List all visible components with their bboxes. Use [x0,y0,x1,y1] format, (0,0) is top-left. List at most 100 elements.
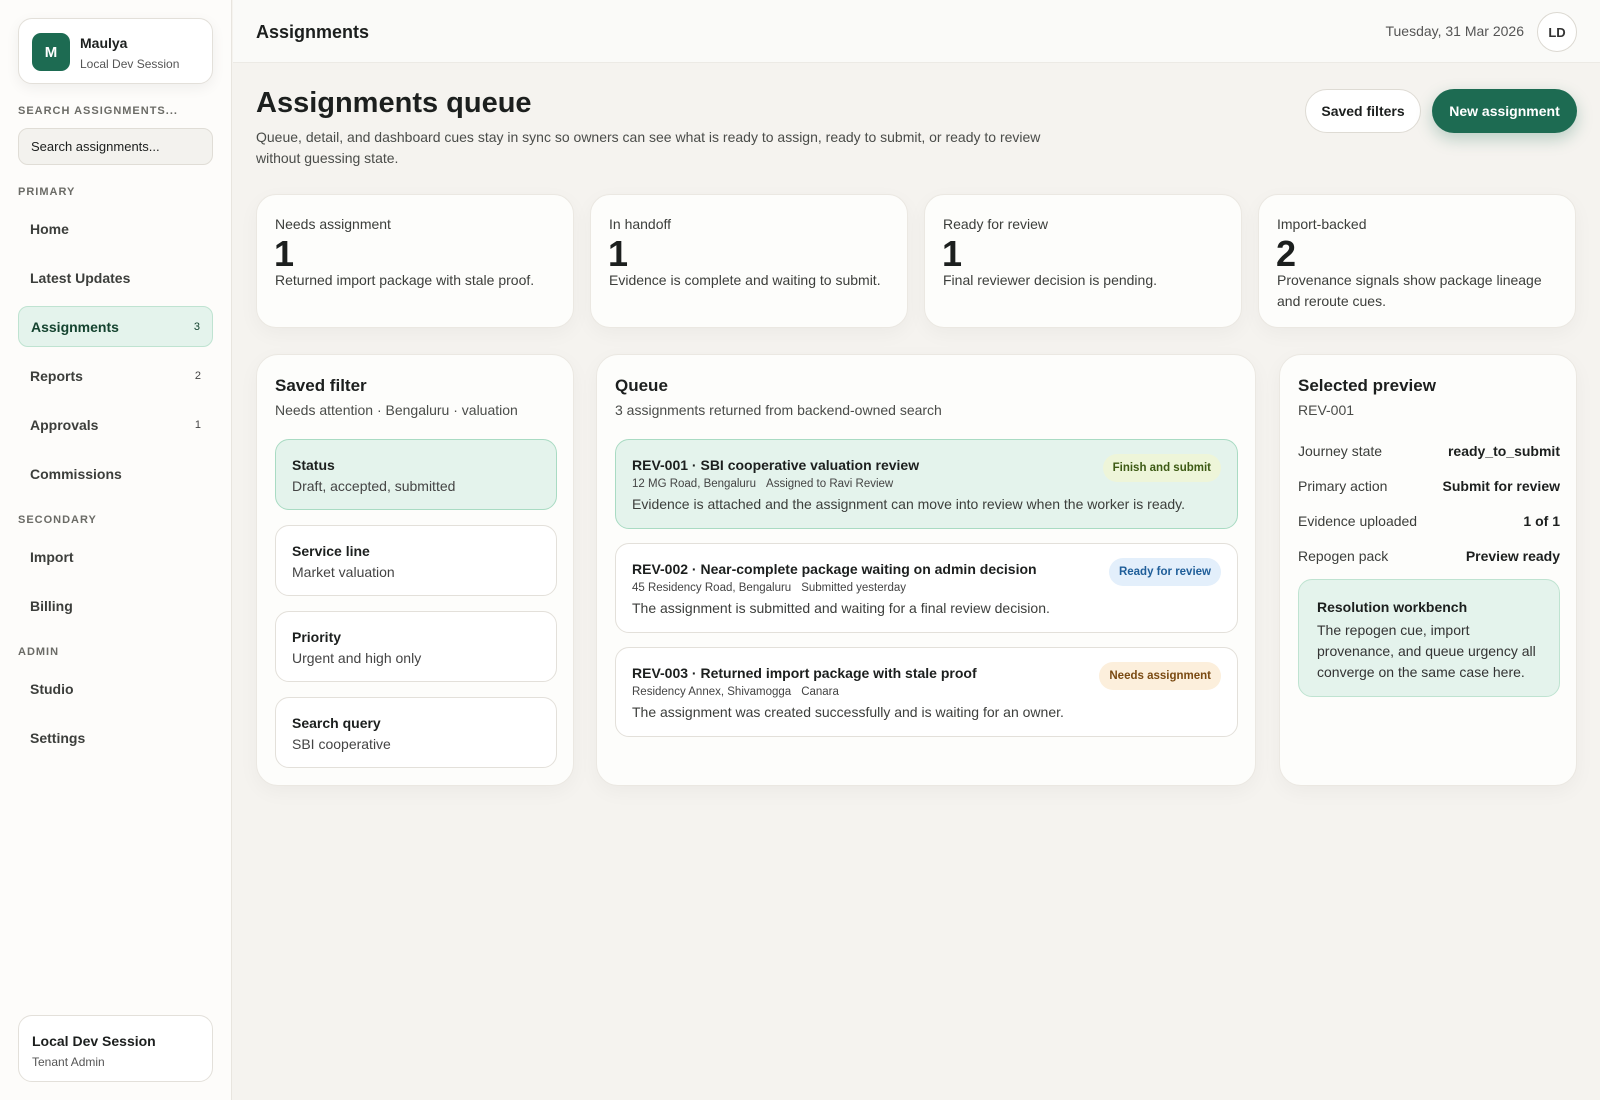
filter-service-line[interactable]: Service line Market valuation [275,525,557,596]
filter-value: Draft, accepted, submitted [292,478,456,494]
queue-item-title: REV-002 · Near-complete package waiting … [632,561,1037,577]
preview-key: Primary action [1298,478,1388,494]
sidebar-item-label: Assignments [31,318,119,335]
saved-filter-panel: Saved filter Needs attention · Bengaluru… [256,354,574,786]
queue-item[interactable]: REV-003 · Returned import package with s… [615,647,1238,737]
stat-label: Import-backed [1277,216,1367,232]
profile-session: Local Dev Session [80,57,180,71]
topbar-title: Assignments [256,22,370,42]
sidebar-item-import[interactable]: Import [18,536,213,577]
preview-value: Preview ready [1465,548,1560,564]
sidebar-item-reports[interactable]: Reports 2 [18,355,213,396]
sidebar-item-label: Home [30,220,69,237]
stat-value: 1 [274,233,295,274]
stat-description: Final reviewer decision is pending. [943,272,1157,288]
sidebar-item-settings[interactable]: Settings [18,717,213,758]
queue-item-location: 12 MG Road, Bengaluru [632,478,757,490]
panel-subtitle: 3 assignments returned from backend-owne… [615,402,942,418]
stat-label: Needs assignment [275,216,391,232]
stat-description: Returned import package with stale proof… [275,272,535,288]
filter-search-query[interactable]: Search query SBI cooperative [275,697,557,768]
sidebar-item-billing[interactable]: Billing [18,585,213,626]
filter-name: Status [292,457,335,473]
admin-section-label: ADMIN [18,646,60,658]
preview-value: Submit for review [1442,478,1560,494]
stat-value: 1 [608,233,629,274]
sidebar-item-label: Approvals [30,416,99,433]
filter-name: Service line [292,543,370,559]
sidebar-item-count: 1 [194,418,201,431]
filter-priority[interactable]: Priority Urgent and high only [275,611,557,682]
queue-item-meta: 45 Residency Road, Bengaluru Submitted ye… [632,582,916,594]
filter-value: SBI cooperative [292,736,391,752]
queue-item-title: REV-001 · SBI cooperative valuation revi… [632,457,920,473]
workbench-title: Resolution workbench [1317,599,1468,615]
session-card[interactable]: Local Dev Session Tenant Admin [18,1015,213,1082]
filter-value: Urgent and high only [292,650,422,666]
topbar-date: Tuesday, 31 Mar 2026 [1385,23,1524,39]
status-badge: Finish and submit [1102,454,1221,482]
user-avatar[interactable]: LD [1537,12,1577,52]
queue-item-meta: Residency Annex, Shivamogga Canara [632,686,849,698]
stat-card-ready-for-review[interactable]: Ready for review 1 Final reviewer decisi… [924,194,1242,328]
queue-item-location: Residency Annex, Shivamogga [632,686,792,698]
panel-title: Queue [615,376,668,395]
resolution-workbench[interactable]: Resolution workbench The repogen cue, im… [1298,579,1560,697]
queue-item-detail: Canara [801,686,839,698]
search-section-label: SEARCH ASSIGNMENTS... [18,105,178,117]
panel-subtitle: Needs attention · Bengaluru · valuation [275,402,518,418]
profile-card[interactable]: M Maulya Local Dev Session [18,18,213,84]
sidebar-item-label: Billing [30,597,73,614]
queue-item-description: The assignment was created successfully … [632,704,1064,720]
sidebar-item-label: Studio [30,680,74,697]
stat-value: 1 [942,233,963,274]
stat-value: 2 [1276,233,1297,274]
stat-card-needs-assignment[interactable]: Needs assignment 1 Returned import packa… [256,194,574,328]
status-badge: Needs assignment [1099,662,1221,690]
sidebar: M Maulya Local Dev Session SEARCH ASSIGN… [0,0,232,1100]
sidebar-item-home[interactable]: Home [18,208,213,249]
page-description: Queue, detail, and dashboard cues stay i… [256,129,1041,166]
avatar: M [32,33,70,71]
primary-section-label: PRIMARY [18,186,76,198]
sidebar-item-assignments[interactable]: Assignments 3 [18,306,213,347]
sidebar-item-label: Settings [30,729,86,746]
panel-title: Saved filter [275,376,367,395]
queue-item-detail: Assigned to Ravi Review [766,478,894,490]
queue-item-title: REV-003 · Returned import package with s… [632,665,977,681]
sidebar-item-label: Import [30,548,74,565]
sidebar-item-count: 3 [193,320,200,333]
sidebar-item-label: Latest Updates [30,269,131,286]
preview-value: ready_to_submit [1447,443,1560,459]
workbench-text: The repogen cue, import provenance, and … [1317,622,1536,680]
queue-item-detail: Submitted yesterday [801,582,907,594]
sidebar-item-commissions[interactable]: Commissions [18,453,213,494]
search-input[interactable] [18,128,213,165]
preview-key: Repogen pack [1298,548,1389,564]
queue-item-description: The assignment is submitted and waiting … [632,600,1050,616]
panel-title: Selected preview [1298,376,1436,395]
page-title: Assignments queue [256,87,532,119]
stat-card-in-handoff[interactable]: In handoff 1 Evidence is complete and wa… [590,194,908,328]
new-assignment-button[interactable]: New assignment [1432,89,1577,133]
session-role: Tenant Admin [32,1055,105,1069]
saved-filters-button[interactable]: Saved filters [1305,89,1421,133]
queue-item-location: 45 Residency Road, Bengaluru [632,582,792,594]
sidebar-item-latest-updates[interactable]: Latest Updates [18,257,213,298]
preview-value: 1 of 1 [1523,513,1560,529]
preview-key: Evidence uploaded [1298,513,1418,529]
sidebar-item-studio[interactable]: Studio [18,668,213,709]
stat-description: Provenance signals show package lineage … [1277,272,1542,309]
queue-item[interactable]: REV-002 · Near-complete package waiting … [615,543,1238,633]
stat-card-import-backed[interactable]: Import-backed 2 Provenance signals show … [1258,194,1576,328]
sidebar-item-label: Reports [30,367,83,384]
status-badge: Ready for review [1108,558,1221,586]
preview-id: REV-001 [1298,402,1355,418]
stat-label: Ready for review [943,216,1049,232]
filter-status[interactable]: Status Draft, accepted, submitted [275,439,557,510]
queue-item-meta: 12 MG Road, Bengaluru Assigned to Ravi Re… [632,478,903,490]
sidebar-item-approvals[interactable]: Approvals 1 [18,404,213,445]
queue-item[interactable]: REV-001 · SBI cooperative valuation revi… [615,439,1238,529]
session-title: Local Dev Session [32,1033,156,1049]
stat-label: In handoff [609,216,672,232]
